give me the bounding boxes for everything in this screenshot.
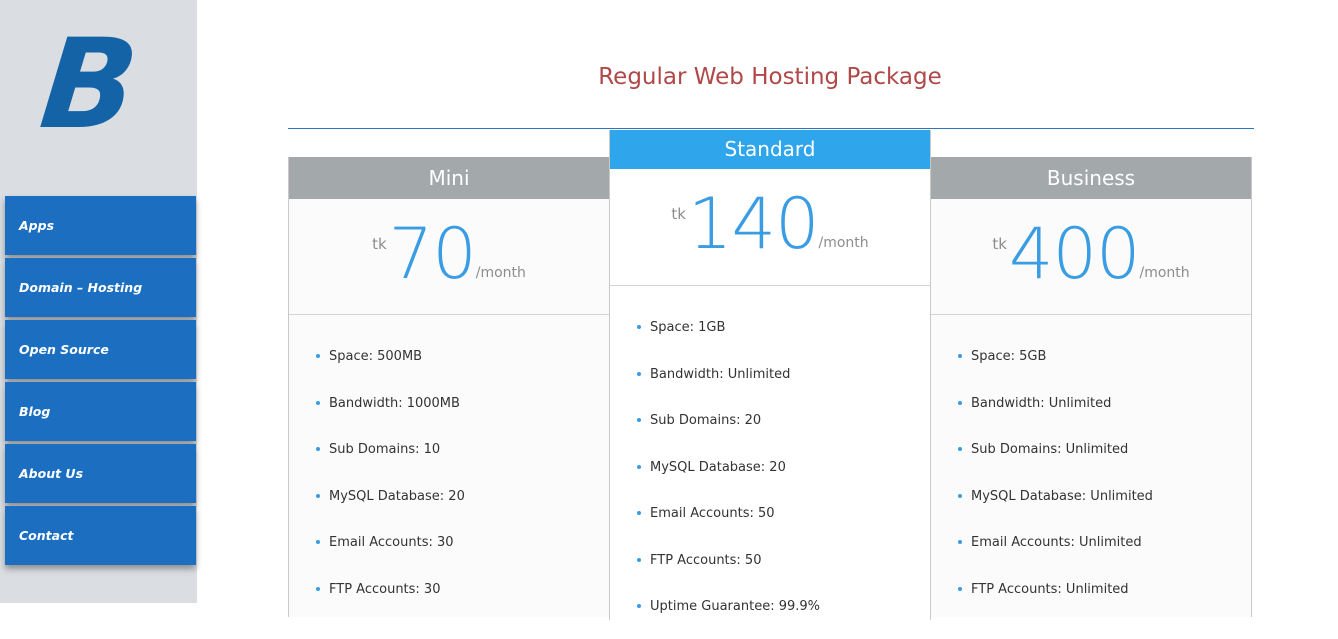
nav-item-domain-hosting[interactable]: Domain – Hosting (5, 258, 196, 317)
nav-item-label: Apps (19, 218, 55, 233)
nav-item-label: Contact (19, 528, 74, 543)
plan-card-mini: Mini tk70/month Space: 500MB Bandwidth: … (288, 157, 610, 617)
feature-item: Email Accounts: 50 (636, 499, 930, 546)
main-nav: Apps Domain – Hosting Open Source Blog A… (5, 196, 196, 568)
feature-item: FTP Accounts: 50 (636, 546, 930, 593)
price-amount: 70 (388, 213, 477, 295)
price-period: /month (1139, 265, 1190, 281)
price-currency: tk (671, 205, 686, 223)
feature-item: Space: 5GB (957, 342, 1251, 389)
nav-item-apps[interactable]: Apps (5, 196, 196, 255)
site-logo[interactable]: B (34, 13, 159, 157)
price: tk400/month (931, 219, 1251, 289)
feature-item: MySQL Database: 20 (636, 453, 930, 500)
title-divider (288, 128, 1254, 129)
nav-item-label: Open Source (19, 342, 109, 357)
feature-item: Email Accounts: 30 (315, 528, 609, 575)
feature-list: Space: 500MB Bandwidth: 1000MB Sub Domai… (289, 315, 609, 621)
nav-item-label: About Us (19, 466, 84, 481)
nav-item-label: Blog (19, 404, 51, 419)
price-area: tk400/month (931, 199, 1251, 315)
feature-item: Uptime Guarantee: 99.9% (636, 592, 930, 639)
price: tk70/month (289, 219, 609, 289)
price-currency: tk (372, 235, 387, 253)
price-period: /month (475, 265, 526, 281)
plan-name: Standard (610, 130, 930, 169)
price-amount: 400 (1008, 213, 1141, 295)
feature-item: Email Accounts: Unlimited (957, 528, 1251, 575)
price-area: tk70/month (289, 199, 609, 315)
price: tk140/month (610, 189, 930, 259)
feature-item: Bandwidth: Unlimited (957, 389, 1251, 436)
page-title: Regular Web Hosting Package (598, 64, 942, 90)
feature-item: Bandwidth: 1000MB (315, 389, 609, 436)
nav-item-label: Domain – Hosting (19, 280, 143, 295)
price-area: tk140/month (610, 169, 930, 286)
price-period: /month (818, 235, 869, 251)
feature-item: MySQL Database: Unlimited (957, 482, 1251, 529)
feature-item: FTP Accounts: 30 (315, 575, 609, 622)
sidebar: B Apps Domain – Hosting Open Source Blog… (0, 0, 197, 603)
price-currency: tk (992, 235, 1007, 253)
feature-list: Space: 1GB Bandwidth: Unlimited Sub Doma… (610, 286, 930, 639)
nav-item-open-source[interactable]: Open Source (5, 320, 196, 379)
price-amount: 140 (687, 183, 820, 265)
feature-list: Space: 5GB Bandwidth: Unlimited Sub Doma… (931, 315, 1251, 621)
feature-item: Bandwidth: Unlimited (636, 360, 930, 407)
feature-item: MySQL Database: 20 (315, 482, 609, 529)
plan-card-business: Business tk400/month Space: 5GB Bandwidt… (930, 157, 1252, 617)
feature-item: FTP Accounts: Unlimited (957, 575, 1251, 622)
nav-item-blog[interactable]: Blog (5, 382, 196, 441)
nav-item-about-us[interactable]: About Us (5, 444, 196, 503)
feature-item: Sub Domains: Unlimited (957, 435, 1251, 482)
plan-card-standard: Standard tk140/month Space: 1GB Bandwidt… (609, 130, 931, 620)
nav-item-contact[interactable]: Contact (5, 506, 196, 565)
feature-item: Sub Domains: 20 (636, 406, 930, 453)
feature-item: Space: 1GB (636, 313, 930, 360)
feature-item: Space: 500MB (315, 342, 609, 389)
feature-item: Sub Domains: 10 (315, 435, 609, 482)
plan-name: Mini (289, 157, 609, 199)
plan-name: Business (931, 157, 1251, 199)
